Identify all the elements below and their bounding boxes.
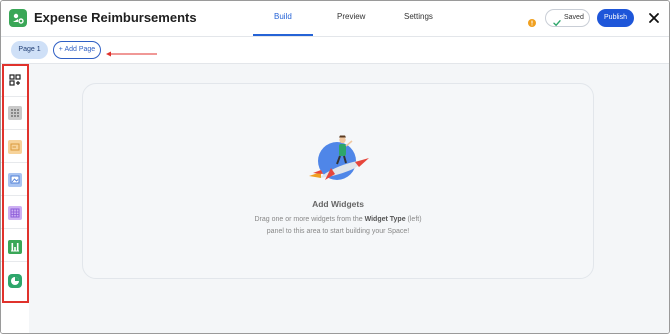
- page-tab-1[interactable]: Page 1: [11, 41, 48, 59]
- empty-desc-bold: Widget Type: [364, 216, 406, 223]
- empty-desc-suffix: (left): [405, 216, 422, 223]
- annotation-arrow: [105, 45, 159, 57]
- empty-desc-prefix: Drag one or more widgets from the: [254, 216, 365, 223]
- rocket-illustration: [309, 132, 371, 188]
- tab-settings[interactable]: Settings: [404, 12, 433, 21]
- add-page-button[interactable]: + Add Page: [53, 41, 101, 59]
- saved-status-button[interactable]: Saved: [545, 9, 590, 27]
- page-bar: Page 1 + Add Page: [1, 37, 669, 64]
- saved-label: Saved: [564, 14, 584, 21]
- empty-state-title: Add Widgets: [312, 199, 364, 209]
- app-title: Expense Reimbursements: [34, 10, 197, 25]
- app-window: Expense Reimbursements Build Preview Set…: [0, 0, 670, 334]
- close-icon[interactable]: [647, 11, 661, 25]
- tab-build[interactable]: Build: [274, 12, 292, 21]
- warning-icon[interactable]: [528, 14, 536, 27]
- app-logo-icon: [9, 9, 27, 27]
- empty-desc-line2: panel to this area to start building you…: [266, 228, 410, 235]
- check-icon: [553, 14, 561, 27]
- top-header: Expense Reimbursements Build Preview Set…: [1, 1, 669, 37]
- sidebar-annotation-box: [2, 64, 29, 303]
- empty-state-description: Drag one or more widgets from the Widget…: [82, 214, 594, 238]
- active-tab-indicator: [253, 34, 313, 36]
- publish-button[interactable]: Publish: [597, 9, 634, 27]
- tab-preview[interactable]: Preview: [337, 12, 365, 21]
